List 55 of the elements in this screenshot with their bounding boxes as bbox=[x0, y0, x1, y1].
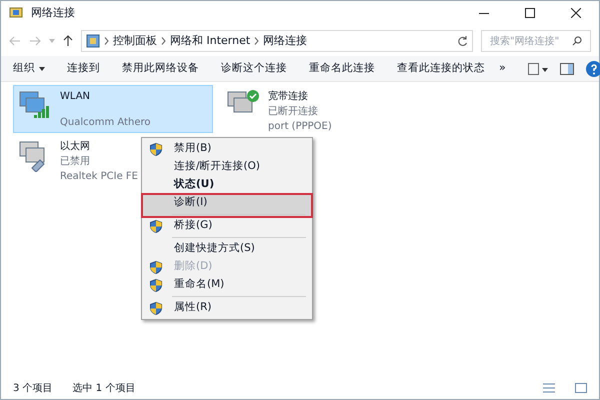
chevron-right-icon[interactable] bbox=[254, 37, 260, 45]
maximize-icon bbox=[525, 8, 535, 18]
toolbar-button[interactable]: 查看此连接的状态 bbox=[397, 60, 485, 76]
search-icon bbox=[572, 36, 582, 46]
item-count: 3 个项目 bbox=[13, 382, 53, 396]
menu-item[interactable]: 连接/断开连接(O) bbox=[142, 158, 312, 176]
preview-pane-icon[interactable] bbox=[560, 62, 574, 74]
toolbar-button[interactable]: 组织 bbox=[13, 60, 45, 76]
shield-icon bbox=[150, 142, 162, 156]
connection-name: 以太网 bbox=[60, 140, 91, 154]
up-arrow-icon[interactable] bbox=[63, 35, 73, 47]
adapter-name: port (PPPOE) bbox=[268, 120, 332, 134]
chevron-right-icon[interactable] bbox=[104, 37, 109, 45]
toolbar-button[interactable]: 禁用此网络设备 bbox=[122, 60, 199, 76]
search-placeholder: 搜索"网络连接" bbox=[490, 34, 560, 48]
breadcrumb-item[interactable]: 控制面板 bbox=[113, 32, 157, 50]
menu-item[interactable]: 属性(R) bbox=[142, 299, 312, 317]
address-field[interactable]: 控制面板 网络和 Internet 网络连接 bbox=[81, 30, 473, 52]
large-icons-view-icon[interactable] bbox=[575, 383, 587, 393]
menu-item[interactable]: 禁用(B) bbox=[142, 140, 312, 158]
shield-icon bbox=[150, 302, 162, 314]
breadcrumb-item[interactable]: 网络连接 bbox=[263, 32, 308, 50]
shield-icon bbox=[150, 220, 162, 232]
refresh-icon[interactable] bbox=[457, 36, 468, 46]
more-button[interactable]: » bbox=[499, 60, 506, 77]
change-view-icon[interactable] bbox=[528, 62, 548, 74]
network-folder-icon bbox=[9, 6, 23, 20]
connection-status: 已禁用 bbox=[60, 154, 91, 169]
breadcrumb-item[interactable]: 网络和 Internet bbox=[170, 32, 250, 50]
menu-item[interactable]: 重命名(M) bbox=[142, 276, 312, 299]
connection-item[interactable]: 宽带连接 已断开连接 port (PPPOE) bbox=[221, 85, 421, 133]
help-icon[interactable] bbox=[586, 60, 600, 76]
menu-item[interactable]: 桥接(G) bbox=[142, 217, 312, 240]
window-title: 网络连接 bbox=[31, 4, 75, 21]
close-icon bbox=[571, 8, 581, 18]
chevron-right-icon[interactable] bbox=[161, 37, 166, 45]
toolbar-button[interactable]: 连接到 bbox=[67, 60, 100, 76]
menu-item[interactable]: 创建快捷方式(S) bbox=[142, 240, 312, 258]
connection-name: 宽带连接 bbox=[268, 90, 309, 104]
shield-icon bbox=[150, 260, 162, 274]
shield-icon bbox=[150, 278, 162, 292]
details-view-icon[interactable] bbox=[543, 383, 555, 393]
menu-item[interactable]: 状态(U) bbox=[142, 176, 312, 194]
adapter-name: Realtek PCIe FE bbox=[60, 170, 138, 184]
toolbar-button[interactable]: 诊断这个连接 bbox=[221, 60, 287, 76]
connection-item[interactable]: WLAN Qualcomm Athero bbox=[13, 85, 213, 133]
connection-name: WLAN bbox=[60, 90, 92, 104]
minimize-icon bbox=[479, 12, 489, 14]
menu-item[interactable]: 诊断(I) bbox=[142, 194, 312, 217]
adapter-name: Qualcomm Athero bbox=[60, 116, 150, 130]
caret-icon bbox=[39, 66, 45, 70]
selection-count: 选中 1 个项目 bbox=[72, 382, 136, 396]
toolbar-button[interactable]: 重命名此连接 bbox=[309, 60, 375, 76]
connection-status: 已断开连接 bbox=[268, 104, 319, 119]
control-panel-icon bbox=[86, 34, 100, 48]
